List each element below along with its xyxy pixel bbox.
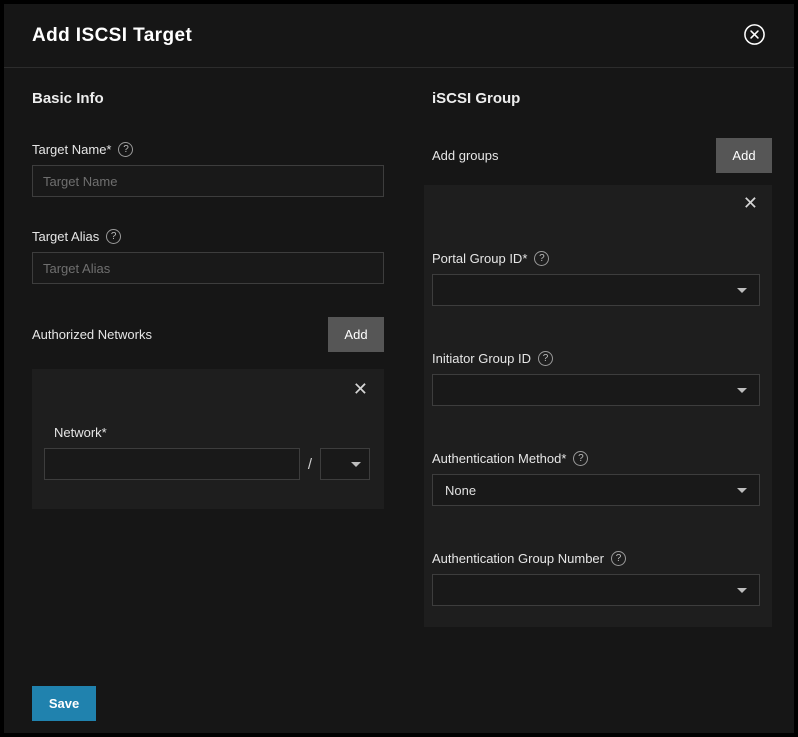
dialog-footer: Save (4, 686, 794, 733)
help-icon[interactable]: ? (573, 451, 588, 466)
dialog-header: Add ISCSI Target (4, 4, 794, 68)
add-groups-row: Add groups Add (432, 138, 772, 173)
help-icon[interactable]: ? (534, 251, 549, 266)
target-name-input[interactable] (32, 165, 384, 197)
target-alias-label: Target Alias (32, 229, 99, 244)
target-alias-input[interactable] (32, 252, 384, 284)
initiator-group-id-field-group: Initiator Group ID ? (432, 351, 760, 406)
add-groups-label: Add groups (432, 148, 499, 163)
target-alias-field-group: Target Alias ? (32, 229, 384, 284)
basic-info-section: Basic Info Target Name* ? Target Alias ?… (32, 90, 384, 686)
iscsi-group-card: ✕ Portal Group ID* ? Initiator Group ID (424, 185, 772, 627)
basic-info-heading: Basic Info (32, 90, 384, 107)
authorized-network-card: ✕ Network* / (32, 369, 384, 509)
portal-group-id-field-group: Portal Group ID* ? (432, 251, 760, 306)
chevron-down-icon (351, 462, 361, 467)
help-icon[interactable]: ? (106, 229, 121, 244)
target-name-field-group: Target Name* ? (32, 142, 384, 197)
help-icon[interactable]: ? (118, 142, 133, 157)
chevron-down-icon (737, 588, 747, 593)
chevron-down-icon (737, 288, 747, 293)
cidr-separator: / (308, 456, 312, 473)
iscsi-group-heading: iSCSI Group (432, 90, 772, 107)
dialog-title: Add ISCSI Target (32, 25, 192, 47)
authorized-networks-label: Authorized Networks (32, 327, 152, 342)
add-iscsi-target-dialog: Add ISCSI Target Basic Info Target Name*… (4, 4, 794, 733)
authentication-method-field-group: Authentication Method* ? None (432, 451, 760, 506)
authentication-method-select[interactable]: None (432, 474, 760, 506)
help-icon[interactable]: ? (611, 551, 626, 566)
portal-group-id-select[interactable] (432, 274, 760, 306)
target-name-label: Target Name* (32, 142, 111, 157)
help-icon[interactable]: ? (538, 351, 553, 366)
authentication-group-number-label: Authentication Group Number (432, 551, 604, 566)
iscsi-group-section: iSCSI Group Add groups Add ✕ Portal Grou… (432, 90, 772, 686)
authentication-group-number-field-group: Authentication Group Number ? (432, 551, 760, 606)
add-network-button[interactable]: Add (328, 317, 384, 352)
chevron-down-icon (737, 388, 747, 393)
authorized-networks-row: Authorized Networks Add (32, 317, 384, 352)
dialog-close-button[interactable] (743, 23, 766, 49)
remove-network-button[interactable]: ✕ (351, 379, 370, 401)
initiator-group-id-select[interactable] (432, 374, 760, 406)
close-circle-icon (743, 23, 766, 49)
authentication-group-number-select[interactable] (432, 574, 760, 606)
network-label: Network* (54, 425, 107, 440)
add-group-button[interactable]: Add (716, 138, 772, 173)
netmask-select[interactable] (320, 448, 370, 480)
network-input[interactable] (44, 448, 300, 480)
chevron-down-icon (737, 488, 747, 493)
dialog-content: Basic Info Target Name* ? Target Alias ?… (4, 68, 794, 686)
remove-group-button[interactable]: ✕ (741, 193, 760, 215)
network-input-row: / (44, 448, 370, 480)
save-button[interactable]: Save (32, 686, 96, 721)
initiator-group-id-label: Initiator Group ID (432, 351, 531, 366)
authentication-method-label: Authentication Method* (432, 451, 566, 466)
portal-group-id-label: Portal Group ID* (432, 251, 527, 266)
